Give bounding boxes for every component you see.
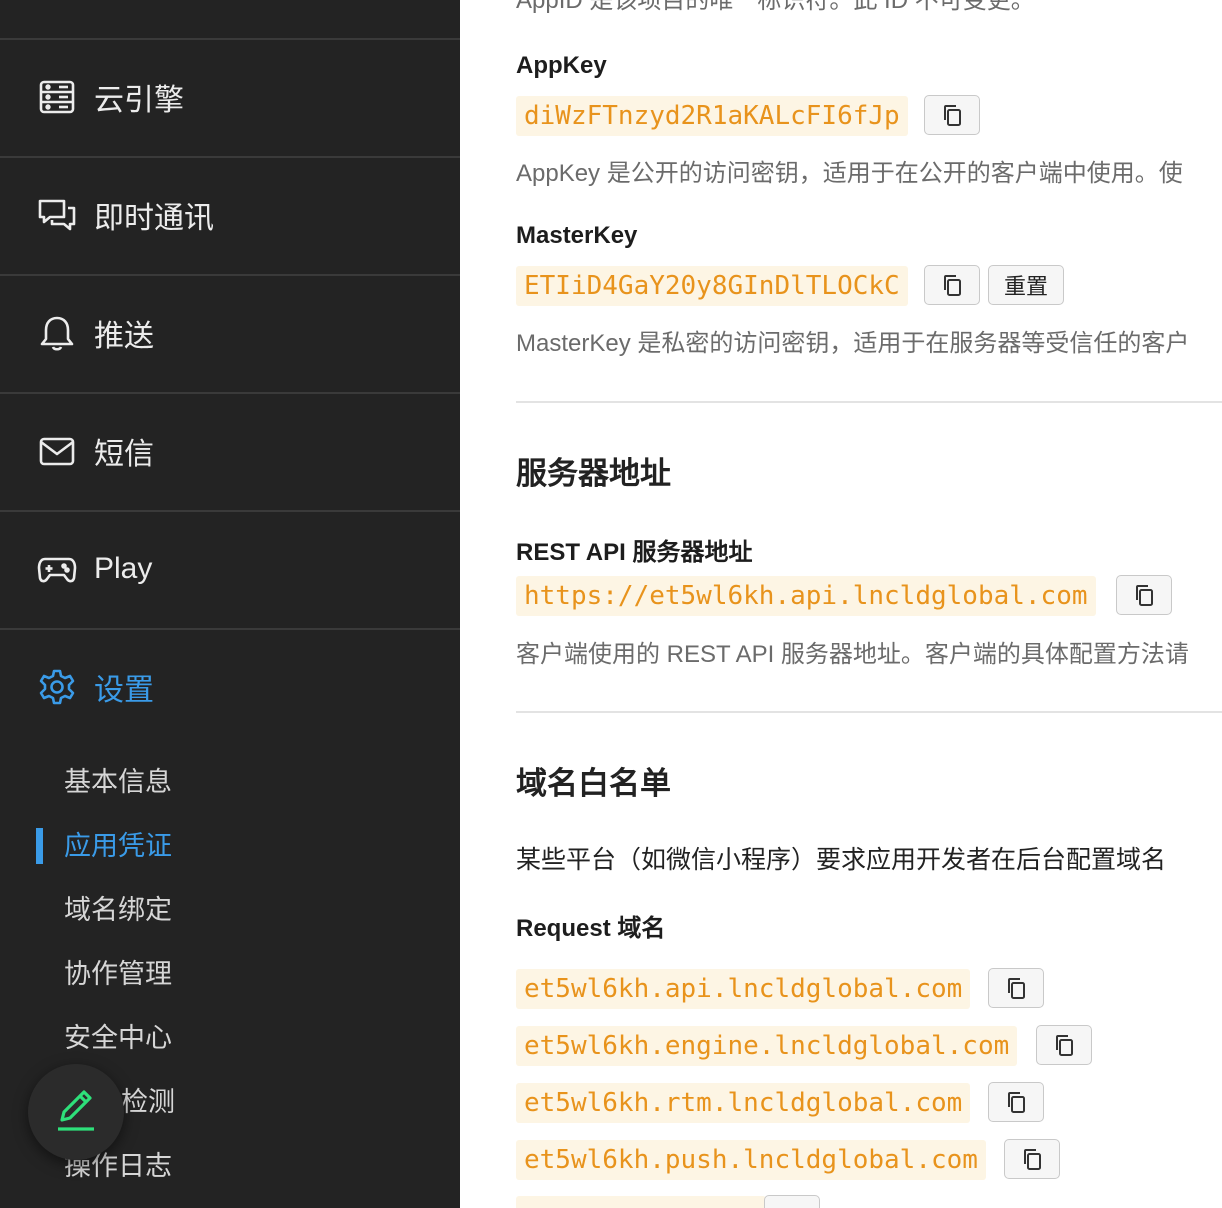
rest-api-label: REST API 服务器地址 [516, 539, 753, 566]
sub-item-collaboration[interactable]: 协作管理 [64, 954, 172, 994]
server-icon [36, 76, 78, 118]
main-content: AppID 是该项目的唯一标识符。此 ID 不可变更。 AppKey diWzF… [460, 0, 1222, 1208]
copy-appkey-button[interactable] [924, 95, 980, 135]
copy-icon [1024, 1149, 1041, 1170]
sub-item-basic-info[interactable]: 基本信息 [64, 762, 172, 802]
sidebar-item-cloud-engine[interactable]: 云引擎 [0, 38, 460, 154]
sidebar-nav-item-clipped[interactable] [0, 0, 460, 36]
appid-description: AppID 是该项目的唯一标识符。此 ID 不可变更。 [516, 0, 1035, 14]
sub-item-detection[interactable]: 检测 [121, 1082, 175, 1122]
sidebar-item-im[interactable]: 即时通讯 [0, 156, 460, 272]
appkey-description: AppKey 是公开的访问密钥，适用于在公开的客户端中使用。使 [516, 160, 1183, 187]
copy-domain-button-clipped[interactable] [764, 1195, 820, 1208]
sidebar-item-label: Play [94, 552, 153, 585]
sidebar-item-label: 云引擎 [94, 84, 184, 117]
domain-value[interactable]: et5wl6kh.engine.lncldglobal.com [516, 1026, 1018, 1066]
copy-icon [944, 275, 961, 296]
masterkey-value[interactable]: ETIiD4GaY20y8GInDlTLOCkC [516, 266, 908, 306]
copy-masterkey-button[interactable] [924, 265, 980, 305]
sub-item-app-credentials[interactable]: 应用凭证 [64, 826, 172, 866]
whitelist-description: 某些平台（如微信小程序）要求应用开发者在后台配置域名 [516, 846, 1167, 874]
copy-domain-button[interactable] [1004, 1139, 1060, 1179]
copy-icon [1008, 978, 1025, 999]
gear-icon [36, 666, 78, 708]
sidebar: 云引擎 即时通讯 推送 短信 Play 设置 基本信息 应用凭证 域名绑定 协作… [0, 0, 460, 1208]
appkey-value[interactable]: diWzFTnzyd2R1aKALcFI6fJp [516, 96, 908, 136]
whitelist-section-title: 域名白名单 [516, 766, 671, 801]
copy-icon [1008, 1092, 1025, 1113]
copy-domain-button[interactable] [1036, 1025, 1092, 1065]
gamepad-icon [36, 548, 78, 590]
chat-icon [36, 194, 78, 236]
copy-domain-button[interactable] [988, 1082, 1044, 1122]
domain-value[interactable]: et5wl6kh.rtm.lncldglobal.com [516, 1083, 971, 1123]
divider [516, 711, 1222, 713]
sidebar-item-push[interactable]: 推送 [0, 274, 460, 390]
active-sub-indicator [36, 828, 43, 864]
copy-icon [1136, 585, 1153, 606]
reset-masterkey-button[interactable]: 重置 [988, 265, 1064, 305]
sub-item-security-center[interactable]: 安全中心 [64, 1018, 172, 1058]
sidebar-item-label: 短信 [94, 438, 154, 471]
mail-icon [36, 430, 78, 472]
sidebar-item-sms[interactable]: 短信 [0, 392, 460, 508]
request-domain-label: Request 域名 [516, 915, 666, 942]
sidebar-item-label: 推送 [94, 320, 154, 353]
sidebar-item-label: 设置 [94, 674, 154, 707]
copy-icon [944, 105, 961, 126]
divider [516, 401, 1222, 403]
appkey-label: AppKey [516, 52, 607, 79]
domain-value-clipped[interactable] [516, 1196, 766, 1208]
copy-rest-api-button[interactable] [1116, 575, 1172, 615]
rest-api-url[interactable]: https://et5wl6kh.api.lncldglobal.com [516, 576, 1096, 616]
edit-fab-button[interactable] [28, 1064, 124, 1160]
domain-value[interactable]: et5wl6kh.push.lncldglobal.com [516, 1140, 986, 1180]
server-section-title: 服务器地址 [516, 456, 671, 491]
pencil-icon [52, 1086, 100, 1139]
copy-domain-button[interactable] [988, 968, 1044, 1008]
sub-item-domain-binding[interactable]: 域名绑定 [64, 890, 172, 930]
domain-value[interactable]: et5wl6kh.api.lncldglobal.com [516, 969, 971, 1009]
copy-icon [1056, 1035, 1073, 1056]
bell-icon [36, 312, 78, 354]
masterkey-label: MasterKey [516, 222, 638, 249]
sidebar-item-settings[interactable]: 设置 [0, 628, 460, 744]
rest-api-description: 客户端使用的 REST API 服务器地址。客户端的具体配置方法请 [516, 641, 1189, 668]
sidebar-item-play[interactable]: Play [0, 510, 460, 626]
masterkey-description: MasterKey 是私密的访问密钥，适用于在服务器等受信任的客户 [516, 330, 1190, 357]
sidebar-item-label: 即时通讯 [94, 202, 214, 235]
